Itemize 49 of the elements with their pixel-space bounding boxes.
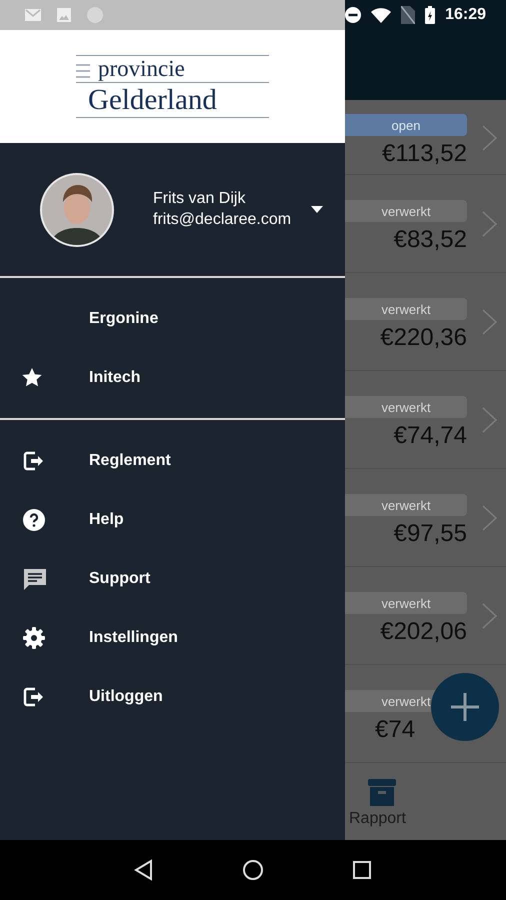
plus-icon [451, 693, 479, 721]
battery-charging-icon [425, 6, 436, 24]
logo-text: Gelderland [87, 83, 218, 117]
help-icon [22, 508, 46, 532]
menu-item[interactable]: Uitloggen [0, 667, 345, 726]
settings-icon [22, 626, 46, 650]
company-item[interactable]: Initech [0, 348, 345, 407]
status-badge: verwerkt [345, 592, 467, 614]
chevron-right-icon [481, 406, 499, 434]
menu-item[interactable]: Reglement [0, 431, 345, 490]
user-email: frits@declaree.com [153, 211, 292, 229]
dropdown-caret-icon[interactable] [311, 206, 323, 214]
chevron-right-icon [481, 504, 499, 532]
amount-text: €202,06 [380, 618, 467, 646]
amount-text: €74 [375, 716, 416, 744]
status-badge: verwerkt [345, 200, 467, 222]
expense-row[interactable]: open €113,52 [345, 100, 506, 175]
expense-row[interactable]: verwerkt €83,52 [345, 175, 506, 273]
chevron-right-icon [481, 210, 499, 238]
expense-row[interactable]: verwerkt €97,55 [345, 469, 506, 567]
amount-text: €220,36 [380, 324, 467, 352]
status-badge: verwerkt [345, 396, 467, 418]
home-icon[interactable] [240, 858, 265, 882]
logo-text: provincie [97, 56, 185, 82]
circle-icon [86, 6, 104, 24]
status-badge: verwerkt [345, 494, 467, 516]
clock-time: 16:29 [445, 6, 486, 24]
status-badge: verwerkt [345, 298, 467, 320]
amount-text: €74,74 [394, 422, 467, 450]
chevron-right-icon [481, 602, 499, 630]
menu-item[interactable]: Support [0, 549, 345, 608]
nav-label[interactable]: Rapport [349, 810, 406, 828]
image-icon [56, 7, 72, 23]
amount-text: €83,52 [394, 226, 467, 254]
chevron-right-icon [481, 124, 499, 152]
mail-icon [24, 8, 42, 22]
wifi-icon [371, 8, 392, 22]
expense-row[interactable]: verwerkt €202,06 [345, 567, 506, 665]
expense-row[interactable]: verwerkt €220,36 [345, 273, 506, 371]
chevron-right-icon [481, 308, 499, 336]
amount-text: €97,55 [394, 520, 467, 548]
user-name: Frits van Dijk [153, 190, 246, 208]
expense-row[interactable]: verwerkt €74,74 [345, 371, 506, 469]
amount-text: €113,52 [382, 140, 467, 168]
no-sim-icon [401, 6, 416, 24]
menu-item[interactable]: Help [0, 490, 345, 549]
status-badge: open [345, 114, 467, 136]
company-item[interactable]: Ergonine [0, 289, 345, 348]
menu-item[interactable]: Instellingen [0, 608, 345, 667]
